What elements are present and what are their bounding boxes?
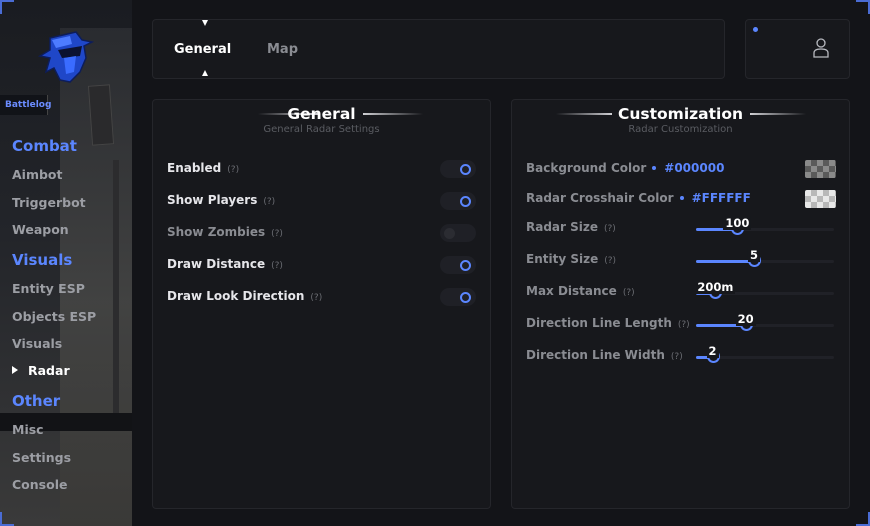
help-icon[interactable]: (?)	[263, 197, 275, 207]
user-icon[interactable]	[812, 37, 830, 59]
toggle-show-players[interactable]	[440, 192, 476, 210]
corner-decoration	[0, 0, 14, 14]
toggle-knob	[460, 164, 471, 175]
triangle-right-icon	[12, 366, 18, 374]
general-panel: General General Radar Settings Enabled (?…	[152, 99, 491, 509]
slider-label-entity-size: Entity Size (?)	[526, 252, 617, 266]
nav-item-console[interactable]: Console	[12, 477, 67, 492]
toggle-show-zombies[interactable]	[440, 224, 476, 242]
nav-item-entity-esp[interactable]: Entity ESP	[12, 281, 85, 296]
slider-value: 100	[723, 216, 752, 230]
sidebar-background-post	[113, 160, 119, 420]
color-background: Background Color #000000	[526, 161, 724, 175]
slider-value: 20	[735, 312, 756, 326]
tab-map[interactable]: Map	[267, 42, 298, 57]
color-hex: #000000	[652, 161, 724, 175]
slider-value: 5	[747, 248, 760, 262]
help-icon[interactable]: (?)	[671, 352, 683, 362]
slider-radar-size[interactable]: 100	[696, 216, 834, 235]
toggle-knob	[460, 292, 471, 303]
option-draw-distance: Draw Distance (?)	[167, 257, 283, 271]
nav-item-triggerbot[interactable]: Triggerbot	[12, 195, 86, 210]
nav-section-combat: Combat	[12, 137, 77, 155]
nav-section-other: Other	[12, 392, 61, 410]
user-box[interactable]	[745, 19, 850, 79]
tab-bar: General Map	[152, 19, 725, 79]
slider-value: 200m	[695, 280, 736, 294]
slider-label-max-distance: Max Distance (?)	[526, 284, 635, 298]
help-icon[interactable]: (?)	[271, 229, 283, 239]
nav-item-settings[interactable]: Settings	[12, 450, 71, 465]
corner-decoration	[856, 512, 870, 526]
bullet-icon	[652, 166, 657, 170]
nav-item-radar-label: Radar	[28, 363, 70, 378]
color-label: Background Color	[526, 161, 647, 175]
corner-decoration	[856, 0, 870, 14]
general-panel-title: General	[287, 105, 356, 123]
option-label: Enabled	[167, 161, 222, 175]
option-label: Draw Look Direction	[167, 289, 305, 303]
slider-direction-line-width[interactable]: 2	[696, 344, 834, 363]
option-label: Draw Distance	[167, 257, 266, 271]
title-rule-right	[750, 113, 806, 115]
sidebar-background-sign	[87, 84, 115, 146]
nav-item-aimbot[interactable]: Aimbot	[12, 167, 63, 182]
toggle-knob	[460, 260, 471, 271]
slider-entity-size[interactable]: 5	[696, 248, 834, 267]
bullet-icon	[679, 196, 684, 200]
customization-panel-subtitle: Radar Customization	[628, 124, 733, 135]
option-show-players: Show Players (?)	[167, 193, 275, 207]
option-label: Show Players	[167, 193, 258, 207]
help-icon[interactable]: (?)	[310, 293, 322, 303]
option-draw-look-direction: Draw Look Direction (?)	[167, 289, 322, 303]
toggle-enabled[interactable]	[440, 160, 476, 178]
slider-label-direction-line-length: Direction Line Length (?)	[526, 316, 690, 330]
toggle-draw-distance[interactable]	[440, 256, 476, 274]
help-icon[interactable]: (?)	[678, 320, 690, 330]
option-label: Show Zombies	[167, 225, 266, 239]
nav-section-visuals: Visuals	[12, 251, 73, 269]
help-icon[interactable]: (?)	[604, 224, 616, 234]
logo-icon	[37, 31, 95, 83]
color-hex: #FFFFFF	[679, 191, 751, 205]
nav-item-objects-esp[interactable]: Objects ESP	[12, 309, 96, 324]
sidebar: Battlelog Combat Aimbot Triggerbot Weapo…	[0, 0, 132, 526]
slider-max-distance[interactable]: 200m	[695, 280, 834, 299]
toggle-draw-look-direction[interactable]	[440, 288, 476, 306]
option-enabled: Enabled (?)	[167, 161, 239, 175]
tab-indicator-bottom-icon	[202, 70, 208, 76]
brand-label: Battlelog	[0, 95, 51, 115]
slider-direction-line-length[interactable]: 20	[696, 312, 834, 331]
toggle-knob	[460, 196, 471, 207]
nav-item-visuals[interactable]: Visuals	[12, 336, 62, 351]
color-crosshair: Radar Crosshair Color #FFFFFF	[526, 191, 751, 205]
nav-item-misc[interactable]: Misc	[12, 422, 44, 437]
help-icon[interactable]: (?)	[227, 165, 239, 175]
color-label: Radar Crosshair Color	[526, 191, 674, 205]
slider-label-radar-size: Radar Size (?)	[526, 220, 616, 234]
help-icon[interactable]: (?)	[623, 288, 635, 298]
help-icon[interactable]: (?)	[271, 261, 283, 271]
slider-value: 2	[706, 344, 719, 358]
help-icon[interactable]: (?)	[604, 256, 616, 266]
title-rule-right	[363, 113, 423, 115]
background-color-swatch[interactable]	[805, 160, 836, 178]
slider-label-direction-line-width: Direction Line Width (?)	[526, 348, 683, 362]
nav-item-weapon[interactable]: Weapon	[12, 222, 69, 237]
nav-item-radar[interactable]: Radar	[12, 363, 70, 378]
toggle-knob	[444, 228, 455, 239]
option-show-zombies: Show Zombies (?)	[167, 225, 283, 239]
corner-decoration	[0, 512, 14, 526]
tab-indicator-top-icon	[202, 20, 208, 26]
tab-general[interactable]: General	[174, 42, 231, 57]
crosshair-color-swatch[interactable]	[805, 190, 836, 208]
status-dot	[753, 27, 758, 32]
customization-panel: Customization Radar Customization Backgr…	[511, 99, 850, 509]
general-panel-subtitle: General Radar Settings	[263, 124, 380, 135]
